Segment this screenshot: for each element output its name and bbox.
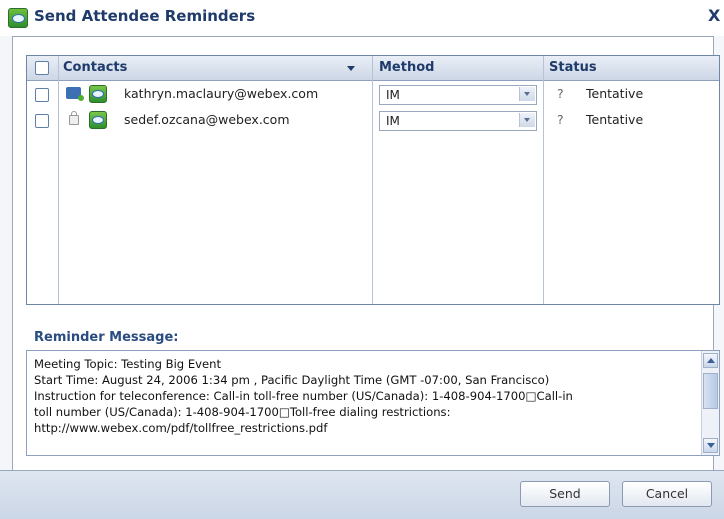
scroll-down-icon[interactable]: [703, 438, 718, 453]
method-value: IM: [386, 88, 400, 102]
webex-contact-icon: [89, 111, 107, 129]
contacts-sort-arrow-icon[interactable]: [347, 66, 355, 71]
status-unknown-icon: ?: [557, 86, 564, 101]
webex-contact-icon: [89, 85, 107, 103]
reminder-message-textarea[interactable]: Meeting Topic: Testing Big Event Start T…: [26, 350, 720, 456]
message-line: http://www.webex.com/pdf/tollfree_restri…: [34, 421, 328, 435]
vertical-scrollbar[interactable]: [701, 351, 719, 455]
status-text: Tentative: [586, 112, 644, 127]
message-line: Instruction for teleconference: Call-in …: [34, 389, 573, 403]
method-select[interactable]: IM: [379, 111, 537, 131]
scroll-up-icon[interactable]: [703, 353, 718, 368]
button-bar: Send Cancel: [0, 470, 724, 519]
reminder-message-label: Reminder Message:: [34, 330, 179, 345]
im-online-icon: [66, 87, 84, 101]
status-text: Tentative: [586, 86, 644, 101]
cancel-button[interactable]: Cancel: [622, 481, 712, 507]
webex-app-icon: [8, 8, 28, 28]
send-reminders-dialog: Send Attendee Reminders X Contacts Metho…: [0, 0, 724, 519]
message-line: Start Time: August 24, 2006 1:34 pm , Pa…: [34, 373, 550, 387]
contact-email: sedef.ozcana@webex.com: [124, 112, 290, 127]
message-line: toll number (US/Canada): 1-408-904-1700□…: [34, 405, 451, 419]
lock-icon: [69, 111, 79, 125]
grid-header: Contacts Method Status: [27, 56, 719, 81]
status-header[interactable]: Status: [549, 56, 597, 80]
select-all-checkbox[interactable]: [35, 61, 49, 75]
contacts-header[interactable]: Contacts: [63, 56, 127, 80]
dialog-title: Send Attendee Reminders: [34, 7, 256, 25]
contacts-grid: Contacts Method Status kathryn.maclaury@…: [26, 55, 720, 305]
close-icon[interactable]: X: [708, 6, 720, 25]
reminder-message-text[interactable]: Meeting Topic: Testing Big Event Start T…: [34, 356, 694, 436]
title-bar: Send Attendee Reminders X: [0, 0, 724, 36]
method-header[interactable]: Method: [379, 56, 434, 80]
contact-email: kathryn.maclaury@webex.com: [124, 86, 319, 101]
message-line: Meeting Topic: Testing Big Event: [34, 357, 222, 371]
method-select[interactable]: IM: [379, 85, 537, 105]
method-value: IM: [386, 114, 400, 128]
scroll-thumb[interactable]: [703, 373, 718, 409]
chevron-down-icon[interactable]: [519, 87, 535, 101]
row-checkbox[interactable]: [35, 114, 49, 128]
table-row[interactable]: sedef.ozcana@webex.com IM ? Tentative: [27, 108, 719, 134]
table-row[interactable]: kathryn.maclaury@webex.com IM ? Tentativ…: [27, 82, 719, 108]
chevron-down-icon[interactable]: [519, 113, 535, 127]
status-unknown-icon: ?: [557, 112, 564, 127]
row-checkbox[interactable]: [35, 88, 49, 102]
send-button[interactable]: Send: [520, 481, 610, 507]
